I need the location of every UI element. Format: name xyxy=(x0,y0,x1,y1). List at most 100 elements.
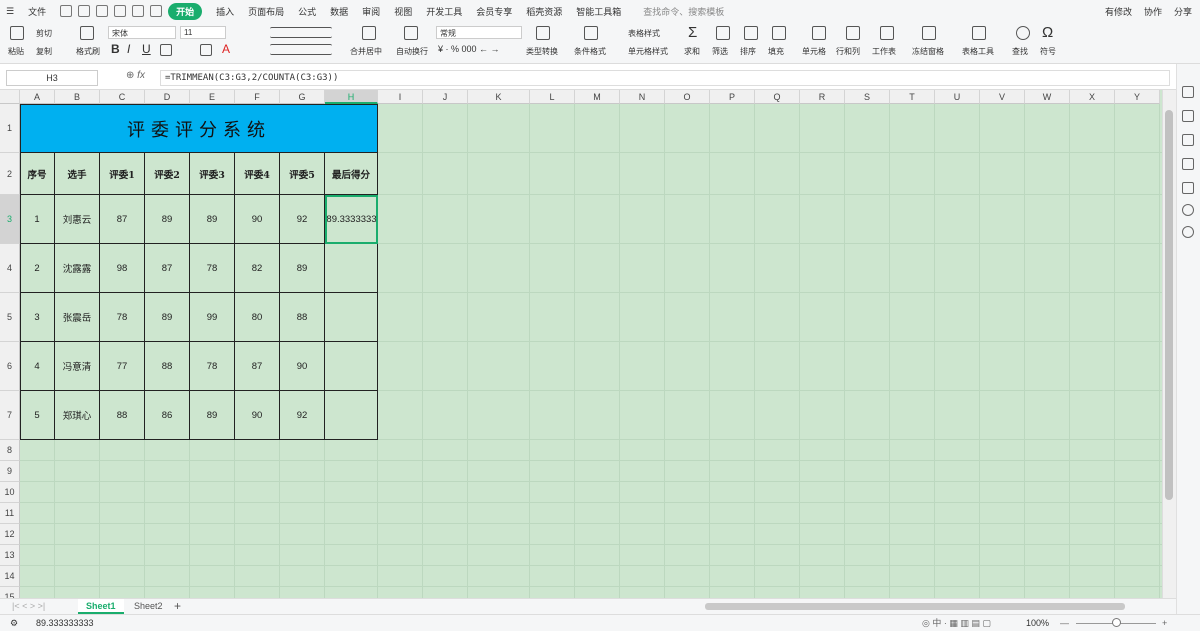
row-header-13[interactable]: 13 xyxy=(0,545,20,566)
type-convert-icon[interactable] xyxy=(536,26,550,40)
filter-icon[interactable] xyxy=(716,26,730,40)
copy-button[interactable]: 复制 xyxy=(36,46,52,57)
row-header-15[interactable]: 15 xyxy=(0,587,20,598)
number-format-select[interactable]: 常规 xyxy=(436,26,522,39)
cut-button[interactable]: 剪切 xyxy=(36,28,52,39)
zoom-minus[interactable]: — xyxy=(1060,615,1069,631)
hamburger-icon[interactable]: ☰ xyxy=(6,6,14,17)
row-header-7[interactable]: 7 xyxy=(0,391,20,440)
cond-format-button[interactable]: 条件格式 xyxy=(574,46,606,57)
menu-1[interactable]: 开始 xyxy=(168,2,203,20)
wrap-icon[interactable] xyxy=(404,26,418,40)
header-cell[interactable]: 评委1 xyxy=(100,153,145,195)
data-cell[interactable] xyxy=(325,342,378,391)
zoom-slider-thumb[interactable] xyxy=(1112,618,1121,627)
column-header-I[interactable]: I xyxy=(378,90,423,104)
menu-11[interactable]: 智能工具箱 xyxy=(576,5,621,18)
column-header-S[interactable]: S xyxy=(845,90,890,104)
row-header-11[interactable]: 11 xyxy=(0,503,20,524)
data-cell[interactable]: 87 xyxy=(100,195,145,244)
data-cell[interactable]: 82 xyxy=(235,244,280,293)
data-cell[interactable]: 3 xyxy=(20,293,55,342)
worksheet-button[interactable]: 工作表 xyxy=(872,46,896,57)
row-header-6[interactable]: 6 xyxy=(0,342,20,391)
font-select[interactable]: 宋体 xyxy=(108,26,176,39)
column-header-T[interactable]: T xyxy=(890,90,935,104)
data-cell[interactable]: 88 xyxy=(100,391,145,440)
search-input[interactable]: 查找命令、搜索模板 xyxy=(643,5,724,18)
menu-9[interactable]: 会员专享 xyxy=(476,5,512,18)
format-painter-button[interactable]: 格式刷 xyxy=(76,46,100,57)
data-cell[interactable]: 89 xyxy=(145,293,190,342)
menu-5[interactable]: 数据 xyxy=(330,5,348,18)
data-cell[interactable]: 80 xyxy=(235,293,280,342)
row-header-14[interactable]: 14 xyxy=(0,566,20,587)
column-header-U[interactable]: U xyxy=(935,90,980,104)
preview-icon[interactable] xyxy=(132,5,145,17)
data-cell[interactable]: 77 xyxy=(100,342,145,391)
column-header-N[interactable]: N xyxy=(620,90,665,104)
column-header-O[interactable]: O xyxy=(665,90,710,104)
sum-icon[interactable]: Σ xyxy=(688,24,697,41)
zoom-level[interactable]: 100% xyxy=(1026,615,1049,631)
data-cell[interactable]: 张震岳 xyxy=(55,293,100,342)
column-header-Y[interactable]: Y xyxy=(1115,90,1160,104)
data-cell[interactable]: 89 xyxy=(280,244,325,293)
border-icon[interactable] xyxy=(160,44,172,56)
format-painter-icon[interactable] xyxy=(80,26,94,40)
column-header-L[interactable]: L xyxy=(530,90,575,104)
formula-input[interactable]: =TRIMMEAN(C3:G3,2/COUNTA(C3:G3)) xyxy=(160,70,1170,86)
worksheet-icon[interactable] xyxy=(880,26,894,40)
panel-icon-1[interactable] xyxy=(1182,86,1194,98)
menu-10[interactable]: 稻壳资源 xyxy=(526,5,562,18)
italic-button[interactable]: I xyxy=(127,42,130,56)
row-header-2[interactable]: 2 xyxy=(0,153,20,195)
merge-button[interactable]: 合并居中 xyxy=(350,46,382,57)
column-header-G[interactable]: G xyxy=(280,90,325,104)
data-cell[interactable]: 78 xyxy=(190,244,235,293)
filter-button[interactable]: 筛选 xyxy=(712,46,728,57)
sum-button[interactable]: 求和 xyxy=(684,46,700,57)
select-icon[interactable] xyxy=(1182,110,1194,122)
location-icon[interactable] xyxy=(1182,204,1194,216)
wrap-button[interactable]: 自动换行 xyxy=(396,46,428,57)
save-icon[interactable] xyxy=(60,5,73,17)
header-cell[interactable]: 最后得分 xyxy=(325,153,378,195)
fill-button[interactable]: 填充 xyxy=(768,46,784,57)
data-cell[interactable] xyxy=(325,293,378,342)
column-header-F[interactable]: F xyxy=(235,90,280,104)
font-size-select[interactable]: 11 xyxy=(180,26,226,39)
row-header-8[interactable]: 8 xyxy=(0,440,20,461)
row-header-5[interactable]: 5 xyxy=(0,293,20,342)
tab-sheet2[interactable]: Sheet2 xyxy=(126,599,171,614)
name-box[interactable]: H3 xyxy=(6,70,98,86)
data-cell[interactable]: 90 xyxy=(235,391,280,440)
column-header-R[interactable]: R xyxy=(800,90,845,104)
header-cell[interactable]: 评委5 xyxy=(280,153,325,195)
redo-icon[interactable] xyxy=(96,5,109,17)
cell-button[interactable]: 单元格 xyxy=(802,46,826,57)
paste-icon[interactable] xyxy=(10,26,24,40)
header-cell[interactable]: 评委4 xyxy=(235,153,280,195)
menu-right-2[interactable]: 分享 xyxy=(1174,5,1192,18)
table-style-button[interactable]: 表格样式 xyxy=(628,28,660,39)
vertical-scrollbar[interactable] xyxy=(1162,90,1176,598)
column-header-P[interactable]: P xyxy=(710,90,755,104)
data-cell[interactable] xyxy=(325,391,378,440)
column-header-K[interactable]: K xyxy=(468,90,530,104)
add-sheet-button[interactable]: + xyxy=(166,599,189,614)
data-cell[interactable]: 90 xyxy=(235,195,280,244)
menu-4[interactable]: 公式 xyxy=(298,5,316,18)
freeze-button[interactable]: 冻结窗格 xyxy=(912,46,944,57)
data-cell[interactable]: 2 xyxy=(20,244,55,293)
cell-icon[interactable] xyxy=(812,26,826,40)
data-cell[interactable]: 78 xyxy=(190,342,235,391)
cell-style-button[interactable]: 单元格样式 xyxy=(628,46,668,57)
data-cell[interactable]: 89 xyxy=(190,391,235,440)
column-header-Q[interactable]: Q xyxy=(755,90,800,104)
active-cell-H3[interactable]: 89.3333333 xyxy=(325,195,378,244)
font-color-icon[interactable]: A xyxy=(222,42,230,56)
view-icons[interactable]: ◎ 中 · ▦ ▥ ▤ ▢ xyxy=(922,615,991,631)
align-icons-row2[interactable] xyxy=(270,44,332,55)
menu-right-1[interactable]: 协作 xyxy=(1144,5,1162,18)
